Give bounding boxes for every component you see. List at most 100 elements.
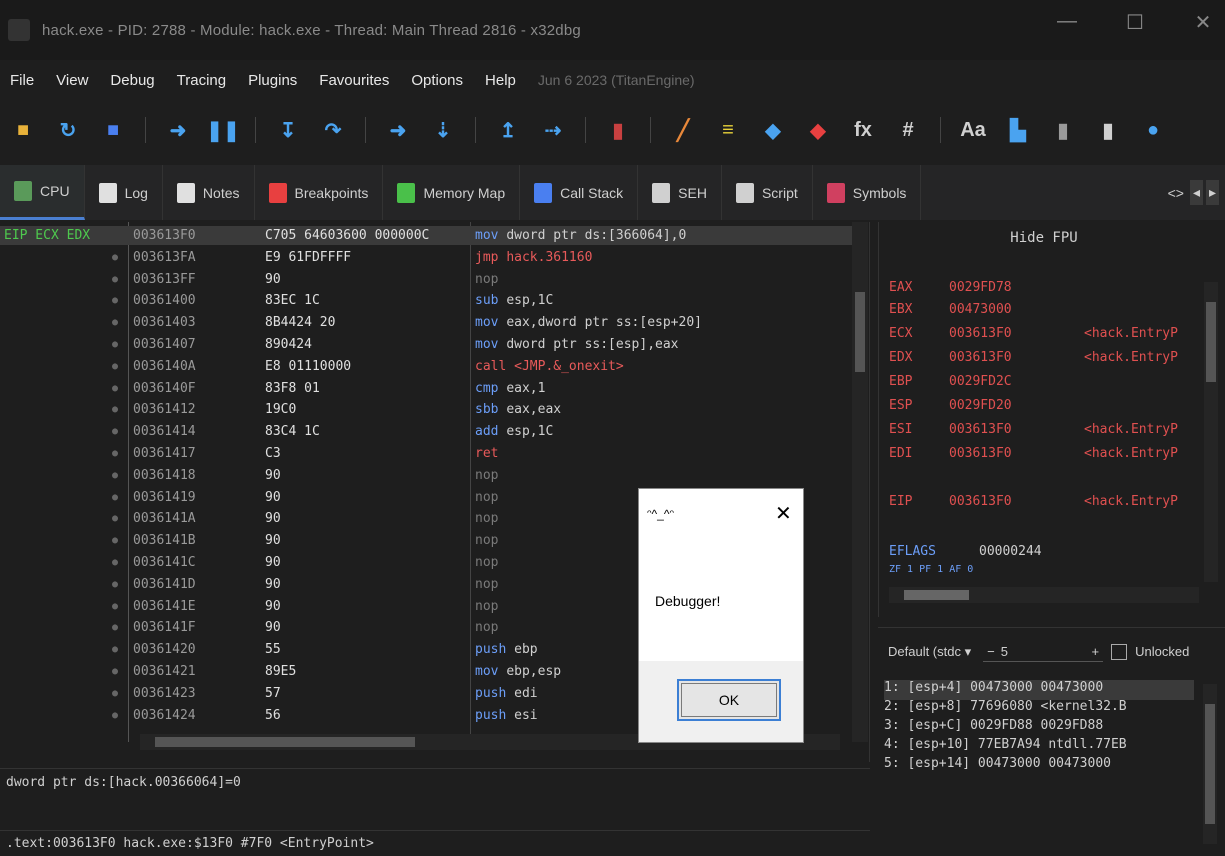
close-icon[interactable]: ✕ <box>775 501 792 526</box>
disasm-row[interactable]: ● 003613FA E9 61FDFFFF jmp hack.361160 <box>0 248 855 267</box>
stack-arguments-panel[interactable]: 1: [esp+4] 00473000 00473000 2: [esp+8] 7… <box>878 676 1225 856</box>
decrement-button[interactable]: − <box>987 644 995 659</box>
menu-debug[interactable]: Debug <box>110 72 154 89</box>
open-icon[interactable]: ■ <box>10 117 36 143</box>
register-ebp[interactable]: EBP 0029FD2C <box>889 374 1204 394</box>
stack-row[interactable]: 1: [esp+4] 00473000 00473000 <box>884 680 1194 700</box>
increment-button[interactable]: + <box>1092 644 1100 659</box>
register-esp[interactable]: ESP 0029FD20 <box>889 398 1204 418</box>
minimize-button[interactable]: — <box>1053 10 1081 35</box>
bookmarks-icon[interactable]: ◆ <box>805 117 831 143</box>
operand: hack.361160 <box>506 249 593 265</box>
execute-till-return-icon[interactable]: ↥ <box>495 117 521 143</box>
register-ebx[interactable]: EBX 00473000 <box>889 302 1204 322</box>
stack-row[interactable]: 5: [esp+14] 00473000 00473000 <box>884 756 1111 776</box>
menu-options[interactable]: Options <box>411 72 463 89</box>
menu-help[interactable]: Help <box>485 72 516 89</box>
bulb-icon[interactable]: ● <box>1140 117 1166 143</box>
hash-icon[interactable]: # <box>895 117 921 143</box>
menu-favourites[interactable]: Favourites <box>319 72 389 89</box>
menu-file[interactable]: File <box>10 72 34 89</box>
menu-plugins[interactable]: Plugins <box>248 72 297 89</box>
tab-breakpoints[interactable]: Breakpoints <box>255 165 384 220</box>
disasm-row[interactable]: ● 00361400 83EC 1C sub esp,1C <box>0 291 855 310</box>
comments-icon[interactable]: ≡ <box>715 117 741 143</box>
register-eip[interactable]: EIP 003613F0 <hack.EntryP <box>889 494 1204 514</box>
disasm-row[interactable]: ● 00361417 C3 ret <box>0 444 855 463</box>
pause-icon[interactable]: ❚❚ <box>206 117 240 143</box>
register-value: 0029FD78 <box>949 280 1012 295</box>
stack-row[interactable]: 3: [esp+C] 0029FD88 0029FD88 <box>884 718 1103 738</box>
close-button[interactable]: ✕ <box>1189 10 1217 35</box>
disasm-row[interactable]: ● 00361407 890424 mov dword ptr ss:[esp],ea… <box>0 335 855 354</box>
tab-call-stack[interactable]: Call Stack <box>520 165 639 220</box>
register-eflags[interactable]: EFLAGS 00000244 <box>889 544 1204 564</box>
restart-icon[interactable]: ↻ <box>55 117 81 143</box>
run-icon[interactable]: ➜ <box>165 117 191 143</box>
disasm-row[interactable]: ● 0036140A E8 01110000 call <JMP.&_onexit> <box>0 357 855 376</box>
calculator-icon[interactable]: ▙ <box>1005 117 1031 143</box>
disasm-row[interactable]: ● 00361414 83C4 1C add esp,1C <box>0 422 855 441</box>
trace-into-icon[interactable]: ➜ <box>385 117 411 143</box>
tab-memory-map[interactable]: Memory Map <box>383 165 521 220</box>
maximize-button[interactable]: ☐ <box>1121 10 1149 35</box>
symbols-icon <box>826 182 845 203</box>
disasm-vertical-scrollbar[interactable] <box>852 222 868 742</box>
cheatsheet-icon[interactable]: ▮ <box>1050 117 1076 143</box>
tab-symbols[interactable]: Symbols <box>813 165 922 220</box>
source-icon[interactable]: <> <box>1165 181 1187 205</box>
scylla-icon[interactable]: ▮ <box>605 117 631 143</box>
disasm-row[interactable]: ● 003613FF 90 nop <box>0 270 855 289</box>
stop-icon[interactable]: ■ <box>100 117 126 143</box>
stack-row[interactable]: 2: [esp+8] 77696080 <kernel32.B <box>884 699 1127 719</box>
menu-view[interactable]: View <box>56 72 88 89</box>
disasm-row[interactable]: ● 00361418 90 nop <box>0 466 855 485</box>
tab-notes[interactable]: Notes <box>163 165 255 220</box>
tab-cpu[interactable]: CPU <box>0 165 85 220</box>
jump-line-marker: ● <box>112 513 119 525</box>
argument-count-spinbox[interactable]: − 5 + <box>983 642 1104 662</box>
stack-controls: Default (stdc ▾ − 5 + Unlocked <box>878 627 1225 675</box>
hide-fpu-button[interactable]: Hide FPU <box>879 230 1209 246</box>
disasm-row[interactable]: ● 00361403 8B4424 20 mov eax,dword ptr ss:[… <box>0 313 855 332</box>
unlocked-checkbox[interactable] <box>1111 643 1128 660</box>
mnemonic: sub <box>475 293 499 309</box>
step-into-icon[interactable]: ↧ <box>275 117 301 143</box>
tab-seh[interactable]: SEH <box>638 165 722 220</box>
register-edx[interactable]: EDX 003613F0 <hack.EntryP <box>889 350 1204 370</box>
scroll-tabs-left-button[interactable]: ◂ <box>1189 180 1203 205</box>
registers-horizontal-scrollbar[interactable] <box>889 587 1199 603</box>
register-eax[interactable]: EAX 0029FD78 <box>889 280 1204 300</box>
trace-over-icon[interactable]: ⇣ <box>430 117 456 143</box>
registers-vertical-scrollbar[interactable] <box>1204 282 1218 582</box>
mnemonic: cmp <box>475 380 499 396</box>
disasm-row[interactable]: ● 00361412 19C0 sbb eax,eax <box>0 400 855 419</box>
disasm-row[interactable]: EIP ECX EDX 003613F0 C705 64603600 000000C… <box>0 226 855 245</box>
scroll-tabs-right-button[interactable]: ▸ <box>1205 180 1219 205</box>
stack-vertical-scrollbar[interactable] <box>1203 684 1217 844</box>
labels-icon[interactable]: ◆ <box>760 117 786 143</box>
tab-bar: CPU Log Notes Breakpoints Memory Map Call Sta… <box>0 165 1225 220</box>
step-over-icon[interactable]: ↷ <box>320 117 346 143</box>
register-edi[interactable]: EDI 003613F0 <hack.EntryP <box>889 446 1204 466</box>
registers-panel[interactable]: Hide FPU EAX 0029FD78 EBX 00473000 ECX 003613… <box>878 222 1225 617</box>
jump-line-marker: ● <box>112 469 119 481</box>
strings-icon[interactable]: Aa <box>960 117 986 143</box>
address: 0036140F <box>133 380 196 396</box>
bytes: 890424 <box>265 337 312 352</box>
tab-script[interactable]: Script <box>722 165 813 220</box>
run-to-user-code-icon[interactable]: ⇢ <box>540 117 566 143</box>
register-esi[interactable]: ESI 003613F0 <hack.EntryP <box>889 422 1204 442</box>
menu-tracing[interactable]: Tracing <box>177 72 226 89</box>
register-ecx[interactable]: ECX 003613F0 <hack.EntryP <box>889 326 1204 346</box>
operand: eax,1 <box>506 380 546 396</box>
stack-row[interactable]: 4: [esp+10] 77EB7A94 ntdll.77EB <box>884 737 1127 757</box>
address: 003613FA <box>133 249 196 265</box>
help-icon[interactable]: ▮ <box>1095 117 1121 143</box>
ok-button[interactable]: OK <box>677 679 781 721</box>
functions-icon[interactable]: fx <box>850 117 876 143</box>
tab-log[interactable]: Log <box>85 165 163 220</box>
disasm-row[interactable]: ● 0036140F 83F8 01 cmp eax,1 <box>0 379 855 398</box>
patch-icon[interactable]: ╱ <box>670 117 696 143</box>
calling-convention-select[interactable]: Default (stdc ▾ <box>884 641 975 663</box>
